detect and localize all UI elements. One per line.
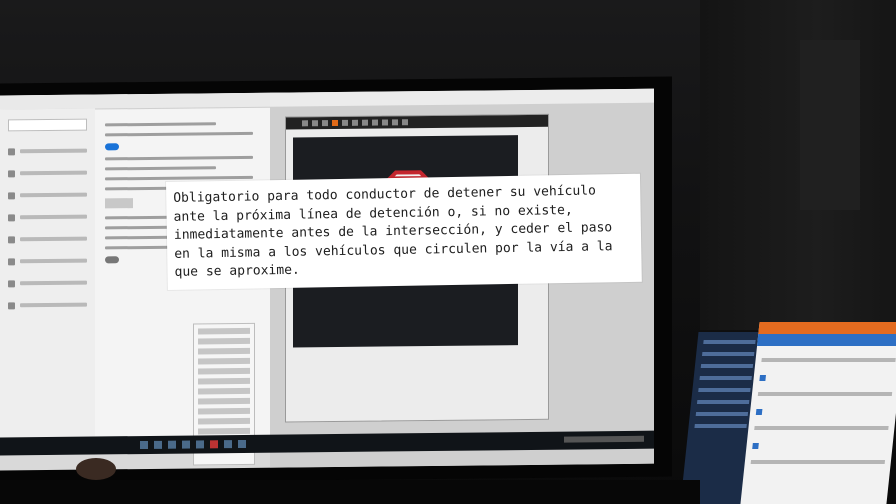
- hotspot-toggle[interactable]: [105, 143, 119, 151]
- tool-icon[interactable]: [322, 120, 328, 127]
- translation-caption: Obligatorio para todo conductor de deten…: [166, 173, 642, 290]
- laptop-screen: [680, 322, 896, 504]
- system-tray: [564, 435, 644, 443]
- tool-icon[interactable]: [332, 119, 338, 127]
- sidebar-item[interactable]: [8, 297, 87, 314]
- tool-icon[interactable]: [382, 119, 388, 126]
- page-title-blur: [105, 122, 216, 127]
- tool-icon[interactable]: [392, 119, 398, 126]
- text-line: [105, 166, 216, 171]
- tool-icon[interactable]: [362, 119, 368, 126]
- settings-search-field[interactable]: [8, 118, 87, 132]
- caption-line: en la misma a los vehículos que circulen…: [174, 238, 613, 262]
- tool-icon[interactable]: [312, 120, 318, 127]
- laptop-window-header: [757, 334, 896, 346]
- tool-icon[interactable]: [402, 119, 408, 126]
- taskbar-app-icon[interactable]: [140, 440, 148, 450]
- sidebar-item[interactable]: [8, 231, 87, 248]
- settings-sidebar: [0, 108, 95, 456]
- taskbar-app-icon[interactable]: [168, 440, 176, 449]
- editor-toolbar: [286, 114, 548, 130]
- sidebar-item[interactable]: [8, 209, 87, 226]
- taskbar-app-icon[interactable]: [210, 440, 218, 449]
- tool-icon[interactable]: [372, 119, 378, 126]
- taskbar-app-icon[interactable]: [224, 440, 232, 449]
- taskbar-app-icon[interactable]: [182, 440, 190, 449]
- taskbar-app-icon[interactable]: [238, 439, 246, 449]
- text-line: [105, 175, 253, 181]
- sidebar-item[interactable]: [8, 275, 87, 292]
- checkbox[interactable]: [752, 443, 759, 449]
- text-line: [105, 155, 253, 161]
- taskbar-app-icon[interactable]: [196, 440, 204, 449]
- tool-icon[interactable]: [302, 120, 308, 127]
- desk-object: [76, 458, 116, 480]
- sidebar-item[interactable]: [8, 187, 87, 204]
- laptop-capture-window: [740, 322, 896, 504]
- background-shelf: [700, 0, 896, 330]
- settings-menubar: [0, 92, 300, 111]
- text-line: [105, 131, 253, 137]
- desk-surface: [0, 480, 700, 504]
- edit-button[interactable]: [105, 198, 133, 209]
- photo-scene: Obligatorio para todo conductor de deten…: [0, 0, 896, 504]
- power-saving-toggle[interactable]: [105, 256, 119, 264]
- tool-icon[interactable]: [352, 119, 358, 126]
- sidebar-item[interactable]: [8, 253, 87, 270]
- tool-icon[interactable]: [342, 119, 348, 126]
- taskbar-app-icon[interactable]: [154, 440, 162, 449]
- checkbox[interactable]: [759, 375, 766, 381]
- sidebar-item[interactable]: [8, 165, 87, 182]
- checkbox[interactable]: [755, 409, 763, 415]
- sidebar-item[interactable]: [8, 143, 87, 160]
- caption-line: que se aproxime.: [174, 262, 300, 280]
